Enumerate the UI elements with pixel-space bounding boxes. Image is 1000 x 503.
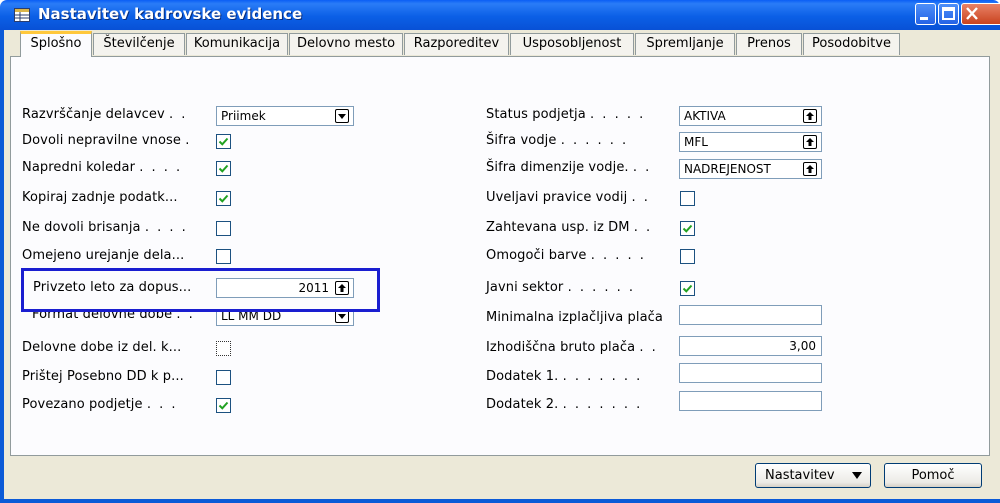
tab-stevilcenje[interactable]: Številčenje — [93, 33, 185, 55]
povezano-podjetje-checkbox[interactable] — [216, 398, 231, 413]
javni-sektor-checkbox[interactable] — [680, 281, 695, 296]
pristej-posebno-checkbox[interactable] — [216, 370, 231, 385]
napredni-koledar-label: Napredni koledar . . . . — [22, 160, 183, 175]
minimize-button[interactable] — [915, 3, 936, 25]
checkmark-icon — [218, 137, 229, 146]
dodatek2-label: Dodatek 2. . . . . . . . — [486, 397, 643, 412]
status-podjetja-label: Status podjetja . . . . . — [486, 107, 646, 122]
maximize-icon — [942, 7, 955, 20]
dodatek1-label: Dodatek 1. . . . . . . . — [486, 369, 643, 384]
tab-spremljanje[interactable]: Spremljanje — [635, 33, 735, 55]
table-icon — [14, 8, 30, 22]
dodatek2-field[interactable] — [679, 391, 822, 411]
title-bar[interactable]: Nastavitev kadrovske evidence — [0, 0, 1000, 30]
checkmark-icon — [218, 194, 229, 203]
sifra-dimenzije-vodje-field[interactable]: NADREJENOST — [679, 159, 822, 179]
delovne-dobe-iz-del-checkbox[interactable] — [216, 341, 231, 356]
dropdown-arrow-icon[interactable] — [335, 109, 349, 123]
razvrscanje-select[interactable]: Priimek — [216, 106, 354, 126]
tab-komunikacija[interactable]: Komunikacija — [186, 33, 288, 55]
tab-delovno-mesto[interactable]: Delovno mesto — [289, 33, 403, 55]
izhodiscna-bruto-label: Izhodiščna bruto plača . . — [486, 340, 658, 355]
maximize-button[interactable] — [938, 3, 959, 25]
uveljavi-pravice-checkbox[interactable] — [680, 191, 695, 206]
lookup-arrow-icon[interactable] — [803, 109, 817, 123]
delovne-dobe-iz-del-label: Delovne dobe iz del. k... — [22, 340, 182, 355]
status-podjetja-field[interactable]: AKTIVA — [679, 106, 822, 126]
omogoci-barve-checkbox[interactable] — [680, 249, 695, 264]
sifra-vodje-field[interactable]: MFL — [679, 132, 822, 152]
dovoli-nepravilne-label: Dovoli nepravilne vnose . — [22, 133, 192, 148]
ne-dovoli-brisanja-checkbox[interactable] — [216, 221, 231, 236]
dodatek1-field[interactable] — [679, 363, 822, 383]
omogoci-barve-label: Omogoči barve . . . . . — [486, 248, 646, 263]
dovoli-nepravilne-checkbox[interactable] — [216, 134, 231, 149]
minimalna-placa-label: Minimalna izplačljiva plača — [486, 310, 663, 325]
nastavitev-button[interactable]: Nastavitev — [755, 463, 871, 488]
ne-dovoli-brisanja-label: Ne dovoli brisanja . . . . — [22, 220, 188, 235]
close-button[interactable] — [961, 3, 1000, 25]
pristej-posebno-label: Prištej Posebno DD k p... — [22, 369, 184, 384]
tab-usposobljenost[interactable]: Usposobljenost — [510, 33, 634, 55]
lookup-arrow-icon[interactable] — [803, 162, 817, 176]
highlight-box — [21, 268, 380, 312]
checkmark-icon — [218, 401, 229, 410]
sifra-vodje-label: Šifra vodje . . . . . . — [486, 133, 629, 148]
javni-sektor-label: Javni sektor . . . . . . — [486, 280, 636, 295]
chevron-down-icon — [852, 472, 862, 479]
zahtevana-usp-label: Zahtevana usp. iz DM . . — [486, 220, 653, 235]
omejeno-urejanje-checkbox[interactable] — [216, 249, 231, 264]
zahtevana-usp-checkbox[interactable] — [680, 221, 695, 236]
minimalna-placa-field[interactable] — [679, 305, 822, 325]
pomoc-button[interactable]: Pomoč — [884, 463, 982, 488]
lookup-arrow-icon[interactable] — [803, 135, 817, 149]
tab-prenos[interactable]: Prenos — [736, 33, 802, 55]
napredni-koledar-checkbox[interactable] — [216, 161, 231, 176]
razvrscanje-label: Razvrščanje delavcev . . — [22, 107, 188, 122]
tab-posodobitve[interactable]: Posodobitve — [803, 33, 900, 55]
window-title: Nastavitev kadrovske evidence — [38, 5, 303, 23]
checkmark-icon — [682, 224, 693, 233]
izhodiscna-bruto-field[interactable]: 3,00 — [679, 336, 822, 356]
close-icon — [966, 7, 978, 20]
tab-splosno[interactable]: Splošno — [20, 31, 92, 57]
kopiraj-zadnje-checkbox[interactable] — [216, 191, 231, 206]
omejeno-urejanje-label: Omejeno urejanje dela... — [22, 248, 185, 263]
window: Nastavitev kadrovske evidence Splošno Št… — [0, 0, 1000, 503]
minimize-icon — [920, 17, 928, 20]
checkmark-icon — [218, 164, 229, 173]
checkmark-icon — [682, 284, 693, 293]
povezano-podjetje-label: Povezano podjetje . . . — [22, 397, 178, 412]
kopiraj-zadnje-label: Kopiraj zadnje podatk... — [22, 190, 178, 205]
uveljavi-pravice-label: Uveljavi pravice vodij . . — [486, 190, 650, 205]
tab-razporeditev[interactable]: Razporeditev — [404, 33, 509, 55]
sifra-dimenzije-vodje-label: Šifra dimenzije vodje. . . — [486, 160, 652, 175]
